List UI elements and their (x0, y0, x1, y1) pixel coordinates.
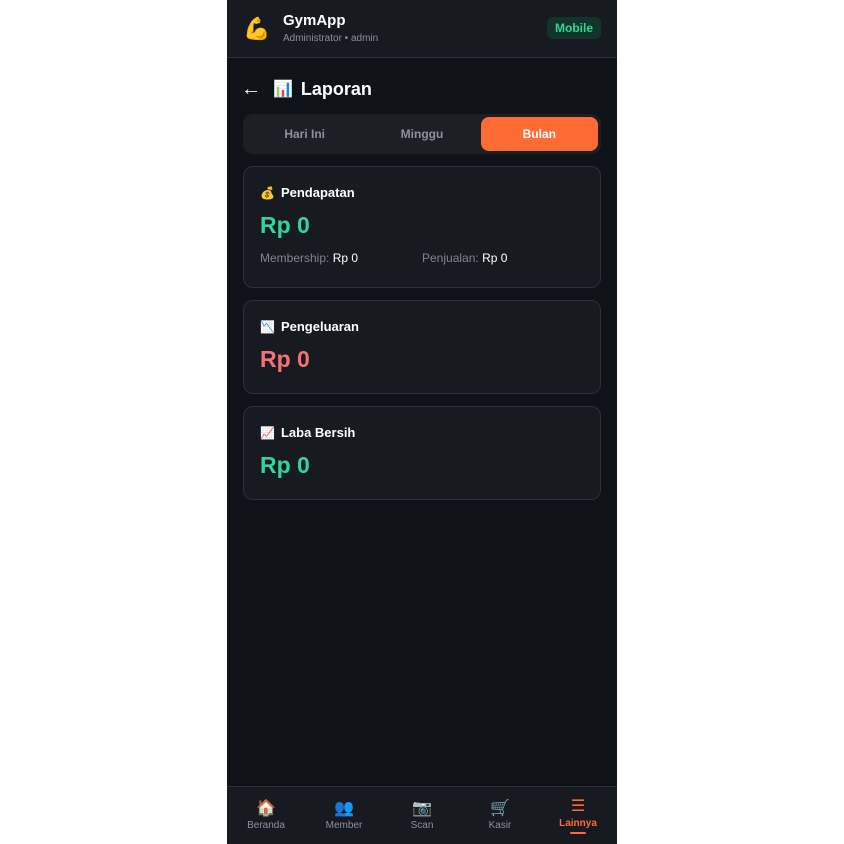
sales-value: Rp 0 (482, 251, 508, 265)
house-icon: 🏠 (256, 800, 276, 817)
membership-label: Membership: (260, 251, 330, 265)
income-breakdown: Membership: Rp 0 Penjualan: Rp 0 (260, 251, 584, 265)
sales-label: Penjualan: (422, 251, 479, 265)
users-icon: 👥 (334, 800, 354, 817)
app-name: GymApp (283, 12, 346, 29)
nav-label-beranda: Beranda (247, 820, 285, 831)
sales-income: Penjualan: Rp 0 (422, 251, 584, 265)
income-amount: Rp 0 (260, 212, 310, 238)
nav-item-beranda[interactable]: 🏠 Beranda (227, 787, 305, 844)
profit-title: Laba Bersih (280, 425, 356, 440)
page-header: ← 📊 Laporan (241, 74, 372, 104)
nav-item-lainnya[interactable]: ☰ Lainnya (539, 787, 617, 844)
tab-month[interactable]: Bulan (480, 117, 598, 151)
bar-chart-icon: 📊 (273, 81, 293, 98)
nav-item-kasir[interactable]: 🛒 Kasir (461, 787, 539, 844)
chart-decreasing-icon: 📉 (260, 319, 275, 334)
platform-badge: Mobile (547, 17, 601, 39)
nav-label-kasir: Kasir (488, 820, 512, 831)
tab-week[interactable]: Minggu (363, 117, 480, 151)
tab-today[interactable]: Hari Ini (246, 117, 363, 151)
flexed-biceps-icon: 💪 (243, 15, 271, 41)
profit-amount: Rp 0 (260, 452, 310, 478)
menu-icon: ☰ (570, 797, 586, 815)
active-indicator (570, 831, 586, 834)
nav-label-lainnya: Lainnya (559, 817, 597, 829)
nav-label-scan: Scan (410, 820, 434, 831)
page-title: Laporan (300, 78, 372, 99)
chart-increasing-icon: 📈 (260, 425, 275, 440)
money-bag-icon: 💰 (260, 185, 275, 200)
profit-card: 📈 Laba Bersih Rp 0 (243, 406, 601, 500)
camera-icon: 📷 (412, 800, 432, 817)
membership-value: Rp 0 (332, 251, 359, 265)
app-identity: GymApp Administrator • admin (283, 12, 379, 45)
expense-card-header: 📉 Pengeluaran (260, 319, 584, 334)
membership-income: Membership: Rp 0 (260, 251, 422, 265)
nav-item-scan[interactable]: 📷 Scan (383, 787, 461, 844)
app-screen: 💪 GymApp Administrator • admin Mobile ← … (227, 0, 617, 844)
profit-card-header: 📈 Laba Bersih (260, 425, 584, 440)
period-tabs: Hari Ini Minggu Bulan (243, 114, 601, 154)
income-title: Pendapatan (280, 185, 355, 200)
expense-title: Pengeluaran (280, 319, 359, 334)
back-arrow-icon[interactable]: ← (241, 79, 261, 99)
user-role: Administrator • admin (283, 33, 379, 44)
income-card: 💰 Pendapatan Rp 0 Membership: Rp 0 Penju… (243, 166, 601, 288)
nav-label-member: Member (325, 820, 363, 831)
app-header: 💪 GymApp Administrator • admin Mobile (227, 0, 617, 58)
bottom-navigation: 🏠 Beranda 👥 Member 📷 Scan 🛒 Kasir ☰ Lain… (227, 786, 617, 844)
expense-amount: Rp 0 (260, 346, 310, 372)
income-card-header: 💰 Pendapatan (260, 185, 584, 200)
expense-card: 📉 Pengeluaran Rp 0 (243, 300, 601, 394)
nav-item-member[interactable]: 👥 Member (305, 787, 383, 844)
shopping-cart-icon: 🛒 (490, 800, 510, 817)
